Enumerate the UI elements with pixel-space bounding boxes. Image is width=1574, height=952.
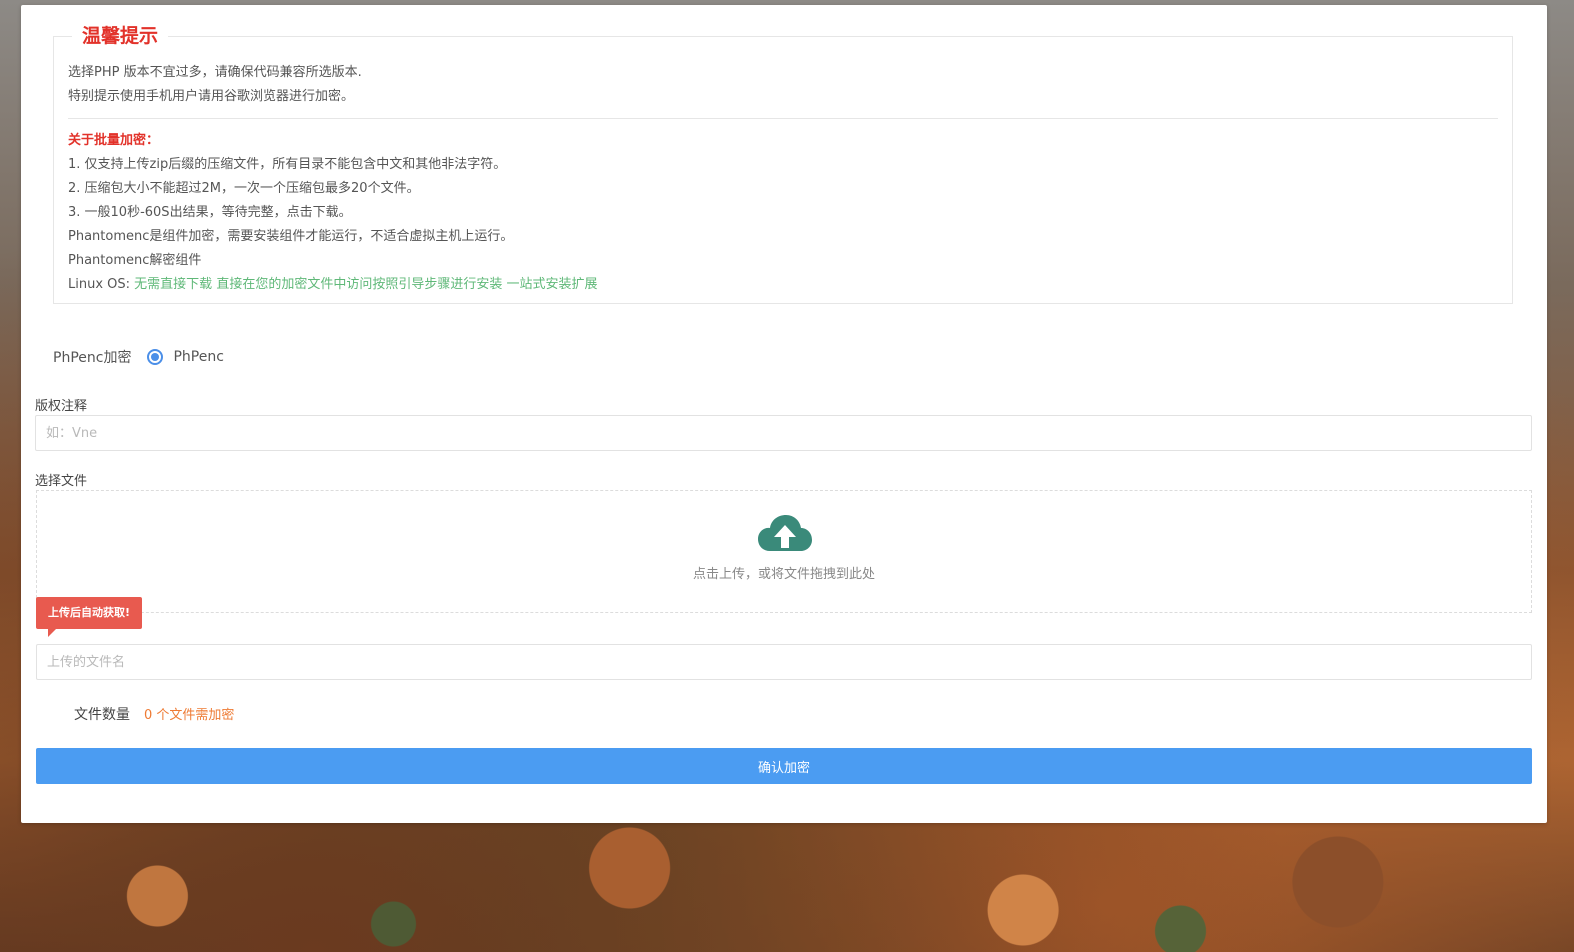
phpenc-option-label[interactable]: PhPenc [173, 349, 223, 365]
encrypt-type-label: PhPenc加密 [53, 350, 132, 366]
batch-title: 关于批量加密： [68, 133, 160, 148]
notice-line-mobile: 特别提示使用手机用户请用谷歌浏览器进行加密。 [68, 89, 355, 104]
choose-file-label: 选择文件 [35, 474, 88, 489]
link-direct-download[interactable]: 无需直接下载 [134, 277, 212, 292]
copyright-label: 版权注释 [35, 399, 88, 414]
batch-rule-2: 2. 压缩包大小不能超过2M，一次一个压缩包最多20个文件。 [68, 181, 420, 196]
file-count-label: 文件数量 [74, 707, 130, 723]
cloud-upload-icon [758, 515, 812, 551]
linux-os-line: Linux OS: 无需直接下载 直接在您的加密文件中访问按照引导步骤进行安装 … [68, 273, 1498, 297]
copyright-input[interactable] [35, 415, 1532, 451]
confirm-encrypt-button[interactable]: 确认加密 [36, 748, 1532, 784]
link-one-stop-install[interactable]: 一站式安装扩展 [506, 277, 597, 292]
notice-line-version: 选择PHP 版本不宜过多，请确保代码兼容所选版本. [68, 65, 362, 80]
batch-rule-3: 3. 一般10秒-60S出结果，等待完整，点击下载。 [68, 205, 352, 220]
encrypt-panel: 温馨提示 选择PHP 版本不宜过多，请确保代码兼容所选版本. 特别提示使用手机用… [21, 5, 1547, 823]
background-landscape [0, 812, 1574, 952]
batch-rule-1: 1. 仅支持上传zip后缀的压缩文件，所有目录不能包含中文和其他非法字符。 [68, 157, 507, 172]
filename-input[interactable] [36, 644, 1532, 680]
notice-body: 选择PHP 版本不宜过多，请确保代码兼容所选版本. 特别提示使用手机用户请用谷歌… [68, 61, 1498, 297]
link-install-guide[interactable]: 直接在您的加密文件中访问按照引导步骤进行安装 [216, 277, 502, 292]
encrypt-type-row: PhPenc加密 PhPenc [53, 347, 224, 367]
file-dropzone[interactable]: 点击上传，或将文件拖拽到此处 [36, 490, 1532, 613]
file-count-row: 文件数量 0 个文件需加密 [74, 704, 234, 724]
dropzone-text: 点击上传，或将文件拖拽到此处 [692, 567, 875, 582]
radio-selected-dot [151, 353, 160, 361]
phantomenc-note: Phantomenc是组件加密，需要安装组件才能运行，不适合虚拟主机上运行。 [68, 229, 514, 244]
phpenc-radio[interactable] [147, 349, 164, 365]
notice-divider [68, 118, 1498, 119]
linux-os-label: Linux OS: [68, 277, 135, 292]
file-count-value: 0 个文件需加密 [144, 708, 235, 723]
notice-box: 温馨提示 选择PHP 版本不宜过多，请确保代码兼容所选版本. 特别提示使用手机用… [53, 23, 1513, 304]
auto-fetch-tip: 上传后自动获取! [36, 597, 143, 637]
phantomenc-component: Phantomenc解密组件 [68, 253, 202, 268]
notice-title: 温馨提示 [72, 23, 169, 49]
